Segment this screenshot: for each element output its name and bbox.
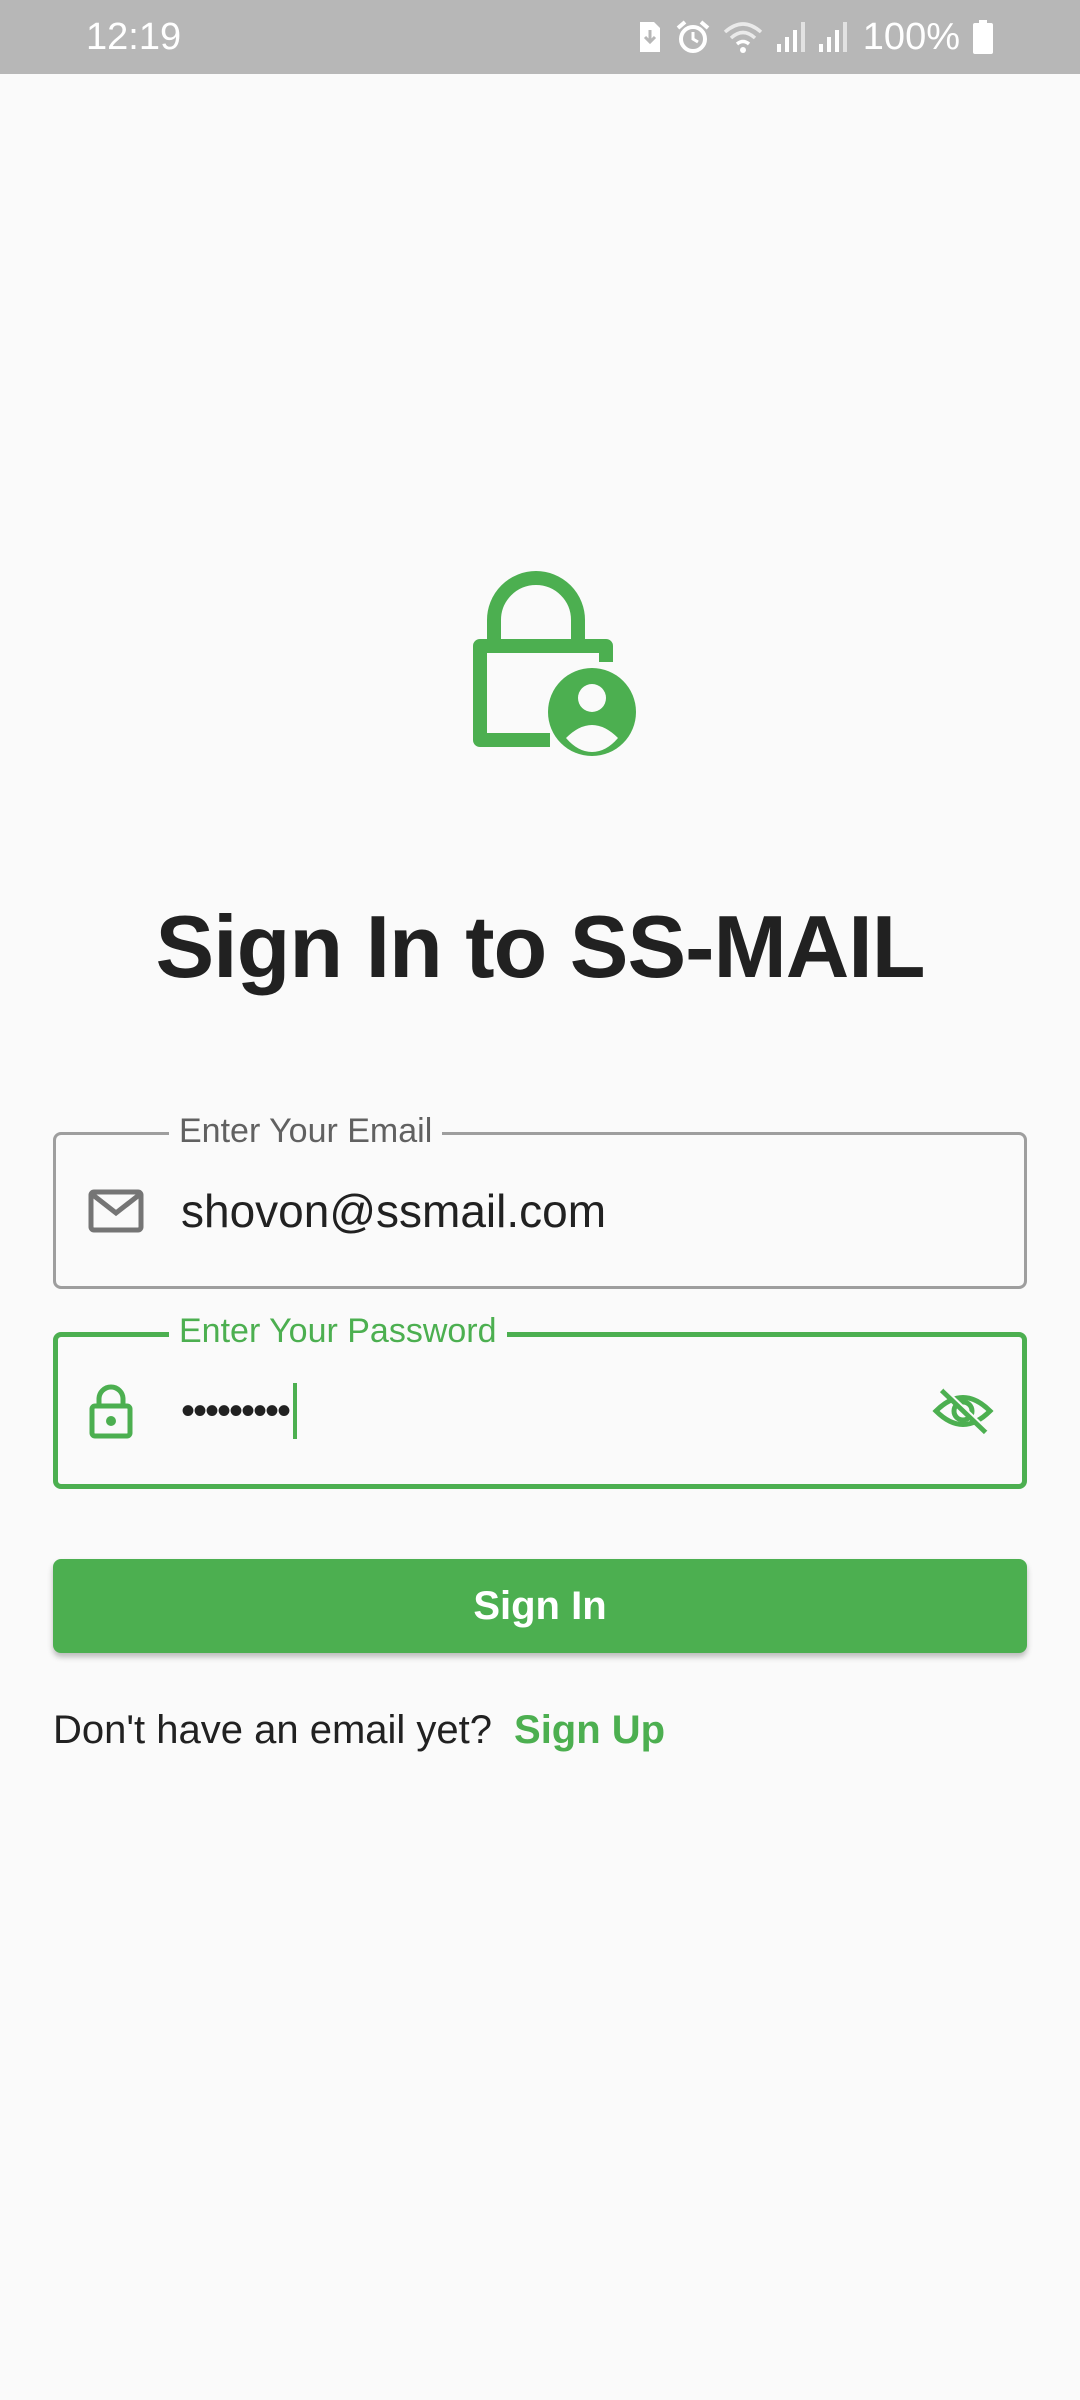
password-dots: ••••••••• — [181, 1388, 291, 1433]
text-cursor — [293, 1382, 298, 1439]
email-input[interactable]: shovon@ssmail.com — [181, 1181, 606, 1241]
battery-icon — [973, 20, 993, 54]
signal-icon — [776, 22, 805, 52]
sim-icon — [639, 22, 660, 52]
sign-in-button[interactable]: Sign In — [53, 1559, 1027, 1653]
password-field-label: Enter Your Password — [169, 1309, 507, 1353]
battery-percentage: 100% — [862, 16, 960, 58]
password-input[interactable]: ••••••••• — [181, 1381, 298, 1441]
status-bar: 12:19 100% — [0, 0, 1080, 74]
page-title: Sign In to SS-MAIL — [155, 897, 925, 996]
signal-icon — [818, 22, 847, 52]
email-field-label: Enter Your Email — [169, 1109, 443, 1153]
lock-person-icon — [473, 571, 636, 756]
sign-up-link[interactable]: Sign Up — [514, 1708, 665, 1752]
wifi-icon — [723, 22, 762, 53]
signup-prompt: Don't have an email yet? — [53, 1708, 493, 1752]
signup-row: Don't have an email yet? Sign Up — [53, 1704, 665, 1756]
mail-icon — [88, 1189, 144, 1232]
lock-icon — [89, 1384, 133, 1438]
alarm-icon — [676, 20, 710, 53]
status-icons: 100% — [637, 12, 994, 62]
password-field[interactable]: Enter Your Password ••••••••• — [53, 1309, 1027, 1489]
email-field[interactable]: Enter Your Email shovon@ssmail.com — [53, 1109, 1027, 1289]
visibility-off-icon[interactable] — [932, 1386, 994, 1436]
status-time: 12:19 — [86, 16, 182, 58]
